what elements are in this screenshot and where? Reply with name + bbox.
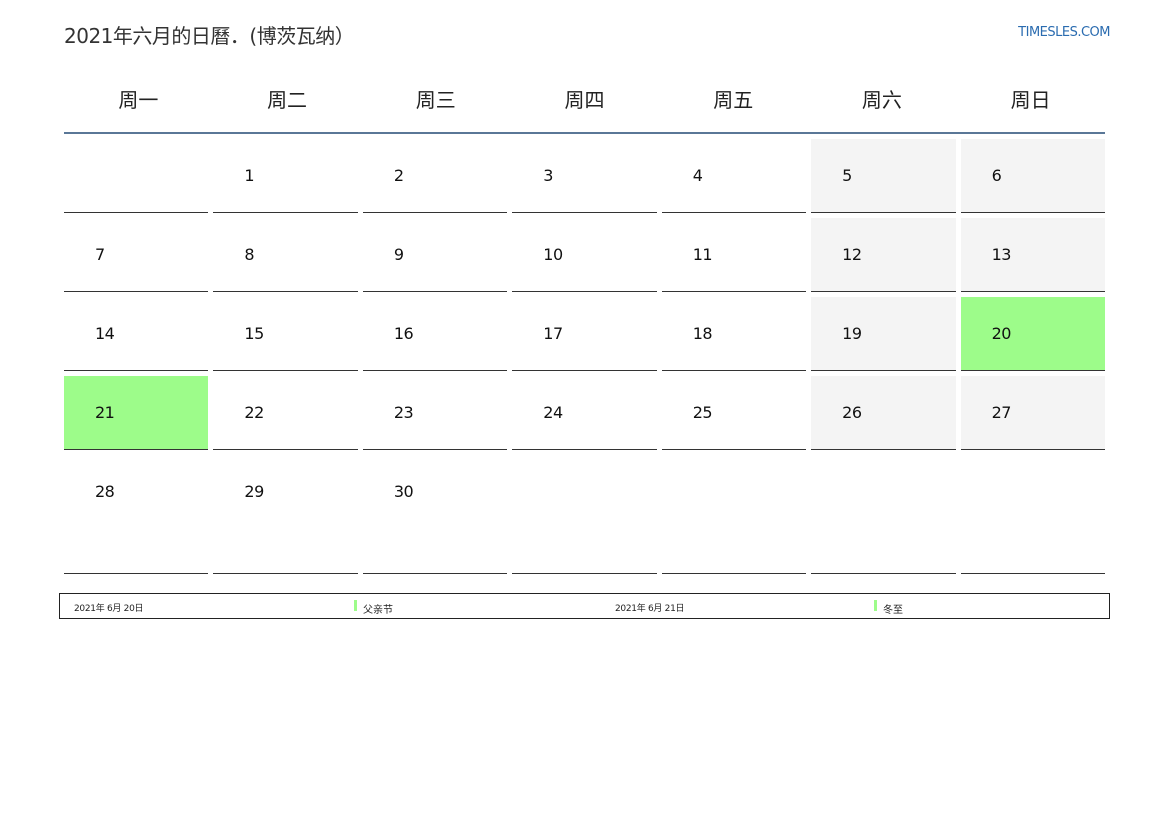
day-number: 19 — [842, 324, 862, 343]
day-cell: 26 — [811, 376, 956, 450]
legend-date-1: 2021年 6月 20日 — [74, 604, 144, 614]
site-link[interactable]: TIMESLES.COM — [1018, 25, 1110, 40]
day-cell: 23 — [362, 376, 508, 450]
day-number: 15 — [244, 324, 264, 343]
day-cell: 27 — [960, 376, 1105, 450]
day-number: 3 — [543, 166, 553, 185]
weekday-sun: 周日 — [1010, 88, 1051, 112]
day-number: 12 — [842, 245, 862, 264]
day-number: 26 — [842, 403, 862, 422]
day-cell: 13 — [960, 218, 1105, 292]
day-number: 29 — [244, 482, 264, 501]
day-number: 22 — [244, 403, 264, 422]
day-cell: 5 — [811, 139, 956, 213]
day-cell — [512, 455, 657, 574]
day-cell: 17 — [512, 297, 657, 371]
day-number: 16 — [393, 324, 414, 343]
day-number: 23 — [393, 403, 414, 422]
day-number: 13 — [991, 245, 1012, 264]
legend-name-2: 冬至 — [883, 605, 903, 616]
legend-date-2: 2021年 6月 21日 — [615, 604, 685, 614]
weekday-tue: 周二 — [267, 88, 308, 112]
day-number: 7 — [95, 245, 105, 264]
day-cell — [64, 139, 209, 213]
day-cell: 4 — [661, 139, 807, 213]
day-cell: 24 — [512, 376, 657, 450]
weekday-fri: 周五 — [713, 88, 754, 112]
day-cell: 25 — [661, 376, 807, 450]
day-cell: 20 — [960, 297, 1105, 371]
day-cell: 22 — [213, 376, 358, 450]
day-cell: 10 — [512, 218, 657, 292]
day-cell: 1 — [213, 139, 358, 213]
legend-name-1: 父亲节 — [363, 605, 393, 616]
day-cell: 15 — [213, 297, 358, 371]
weekday-mon: 周一 — [118, 88, 159, 112]
day-cell: 8 — [213, 218, 358, 292]
day-cell: 9 — [362, 218, 508, 292]
day-number: 8 — [244, 245, 255, 264]
day-number: 5 — [842, 166, 852, 185]
day-number: 17 — [543, 324, 563, 343]
day-number: 30 — [393, 482, 414, 501]
day-number: 20 — [991, 324, 1012, 343]
day-number: 11 — [692, 245, 713, 264]
day-cell: 21 — [64, 376, 209, 450]
day-cell: 29 — [213, 455, 358, 574]
day-cell — [811, 455, 956, 574]
day-number: 14 — [95, 324, 115, 343]
day-number: 25 — [692, 403, 713, 422]
day-cell: 28 — [64, 455, 209, 574]
day-cell — [960, 455, 1105, 574]
day-cell: 14 — [64, 297, 209, 371]
day-cell: 2 — [362, 139, 508, 213]
day-cell: 3 — [512, 139, 657, 213]
day-cell: 19 — [811, 297, 956, 371]
day-cell: 16 — [362, 297, 508, 371]
day-number: 2 — [393, 166, 404, 185]
day-cell — [661, 455, 807, 574]
page-title: 2021年六月的日曆．(博茨瓦纳） — [64, 24, 355, 48]
day-grid: 1 2 3 4 5 6 7 8 9 10 11 12 13 14 15 16 17 18 19 20 21 22 23 24 2… — [64, 139, 1105, 574]
day-number: 27 — [991, 403, 1012, 422]
day-number: 24 — [543, 403, 563, 422]
holiday-legend: 2021年 6月 20日 父亲节 2021年 6月 21日 冬至 — [59, 593, 1110, 619]
day-cell: 11 — [661, 218, 807, 292]
day-cell: 12 — [811, 218, 956, 292]
legend-color-marker-1 — [354, 600, 357, 611]
day-number: 9 — [393, 245, 404, 264]
legend-color-marker-2 — [874, 600, 877, 611]
day-number: 6 — [991, 166, 1002, 185]
day-cell: 7 — [64, 218, 209, 292]
weekday-wed: 周三 — [415, 88, 456, 112]
weekday-header: 周一 周二 周三 周四 周五 周六 周日 — [64, 70, 1105, 134]
day-cell: 30 — [362, 455, 508, 574]
day-cell: 18 — [661, 297, 807, 371]
day-number: 1 — [244, 166, 255, 185]
day-number: 10 — [543, 245, 563, 264]
day-number: 18 — [692, 324, 713, 343]
day-number: 21 — [95, 403, 115, 422]
day-number: 4 — [692, 166, 703, 185]
day-number: 28 — [95, 482, 115, 501]
day-cell: 6 — [960, 139, 1105, 213]
weekday-sat: 周六 — [861, 88, 902, 112]
weekday-thu: 周四 — [564, 88, 605, 112]
calendar: 周一 周二 周三 周四 周五 周六 周日 1 2 3 4 5 6 7 8 9 10 11 12 13 14… — [64, 70, 1105, 574]
